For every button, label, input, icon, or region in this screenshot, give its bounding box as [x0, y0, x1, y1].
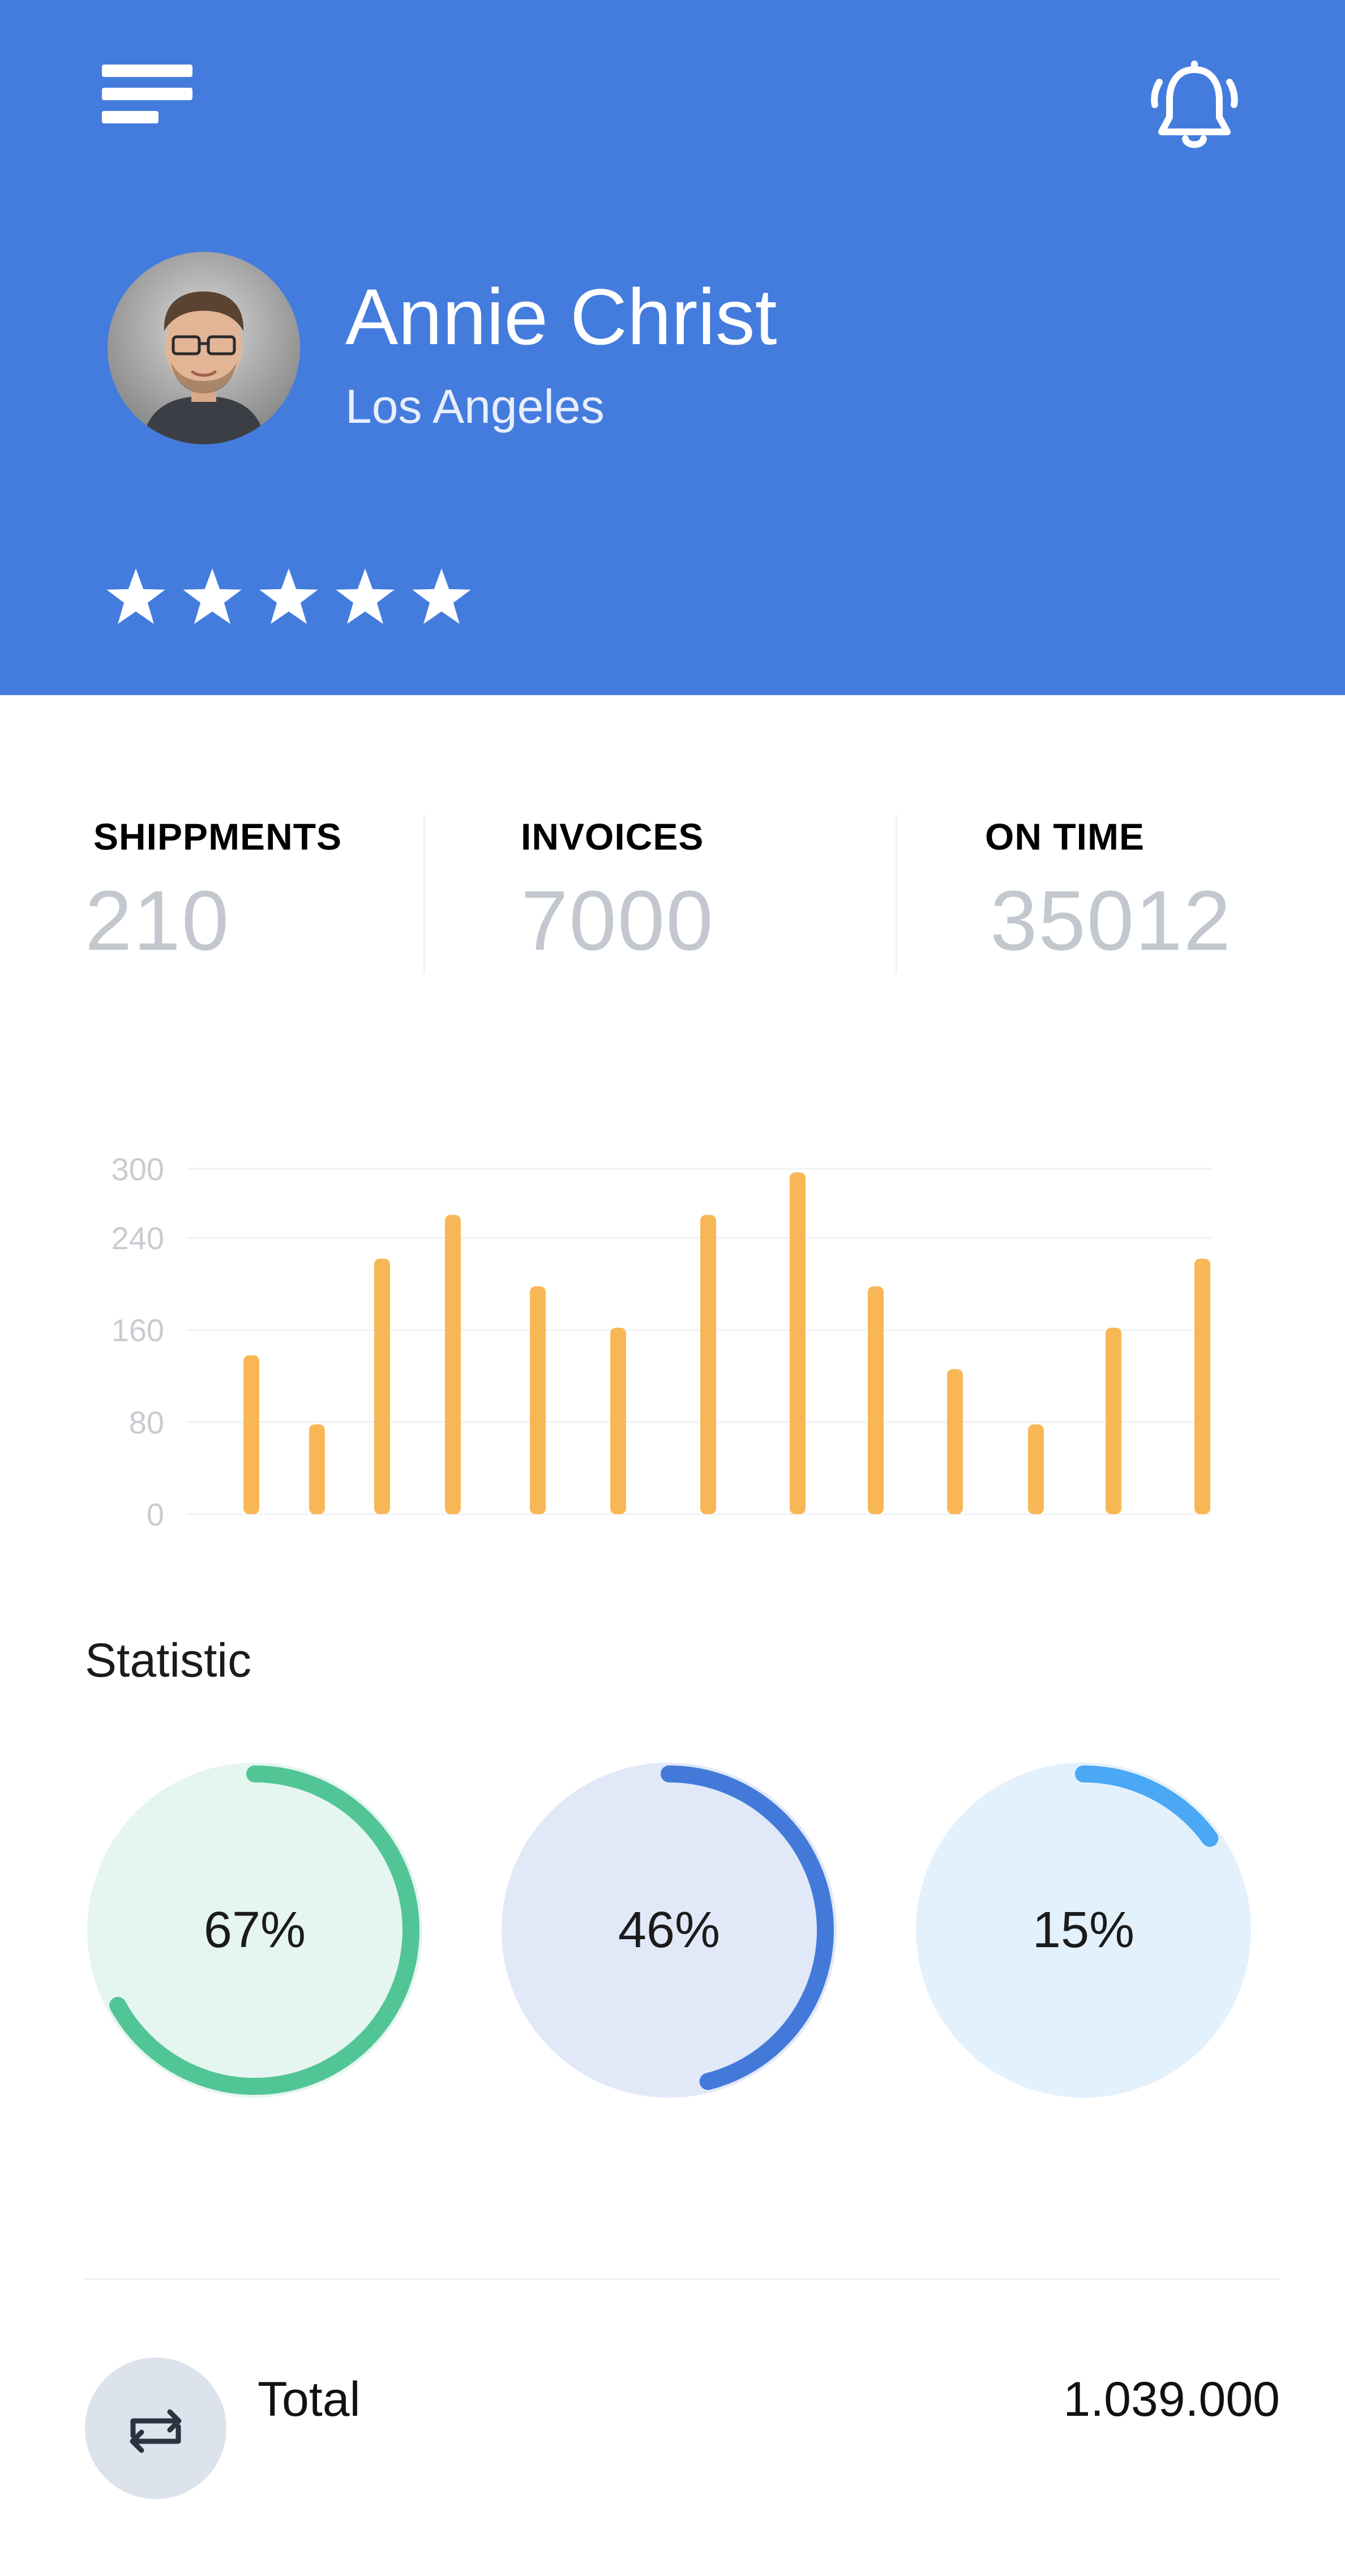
stat-value: 35012 — [990, 873, 1232, 968]
chart-bar — [700, 1215, 716, 1514]
total-value: 1.039.000 — [1063, 2372, 1280, 2427]
y-tick-label: 300 — [112, 1151, 164, 1187]
stat-donut-2: 46% — [499, 1760, 839, 2100]
y-tick-label: 240 — [112, 1220, 164, 1256]
avatar — [108, 252, 300, 444]
total-refresh-button[interactable] — [85, 2358, 226, 2499]
chart-bar — [243, 1355, 259, 1514]
stat-donut-1: 67% — [85, 1760, 425, 2100]
chart-bar — [947, 1369, 963, 1514]
chart-bar — [790, 1172, 806, 1514]
stat-divider — [896, 815, 897, 974]
stat-value: 210 — [85, 873, 230, 968]
y-tick-label: 160 — [112, 1313, 164, 1348]
chart-bar — [445, 1215, 461, 1514]
chart-bar — [530, 1286, 546, 1514]
y-tick-label: 80 — [129, 1404, 164, 1440]
section-divider — [85, 2278, 1279, 2280]
star-icon — [336, 568, 395, 624]
chart-bar — [309, 1424, 325, 1514]
notifications-button[interactable] — [1138, 48, 1251, 161]
chart-bar — [1106, 1327, 1121, 1514]
stat-label: SHIPPMENTS — [93, 816, 342, 858]
stat-divider — [423, 815, 425, 974]
stat-donut-3: 15% — [914, 1760, 1253, 2100]
donut-percent: 15% — [1032, 1902, 1135, 1958]
profile-header: Annie Christ Los Angeles — [0, 0, 1345, 695]
statistic-title: Statistic — [85, 1634, 252, 1687]
stat-label: ON TIME — [985, 816, 1145, 858]
chart-bar — [1028, 1424, 1044, 1514]
donut-percent: 67% — [203, 1902, 306, 1958]
star-icon — [259, 568, 318, 624]
star-icon — [106, 568, 165, 624]
chart-bar — [374, 1258, 390, 1514]
star-icon — [412, 568, 471, 624]
profile-name: Annie Christ — [345, 272, 777, 361]
chart-bar — [610, 1327, 626, 1514]
stat-value: 7000 — [521, 873, 714, 968]
total-label: Total — [258, 2372, 361, 2427]
y-tick-label: 0 — [147, 1497, 164, 1532]
profile-location: Los Angeles — [345, 380, 605, 433]
donut-percent: 46% — [618, 1902, 721, 1958]
menu-button[interactable] — [96, 62, 198, 142]
rating-stars — [105, 566, 501, 634]
repeat-icon — [130, 2409, 182, 2453]
chart-bar — [868, 1286, 884, 1514]
star-icon — [183, 568, 242, 624]
stat-label: INVOICES — [521, 816, 704, 858]
bell-icon — [1151, 61, 1238, 148]
chart-bar — [1194, 1258, 1210, 1514]
shipments-bar-chart: 300 240 160 80 0 — [112, 1151, 1211, 1532]
